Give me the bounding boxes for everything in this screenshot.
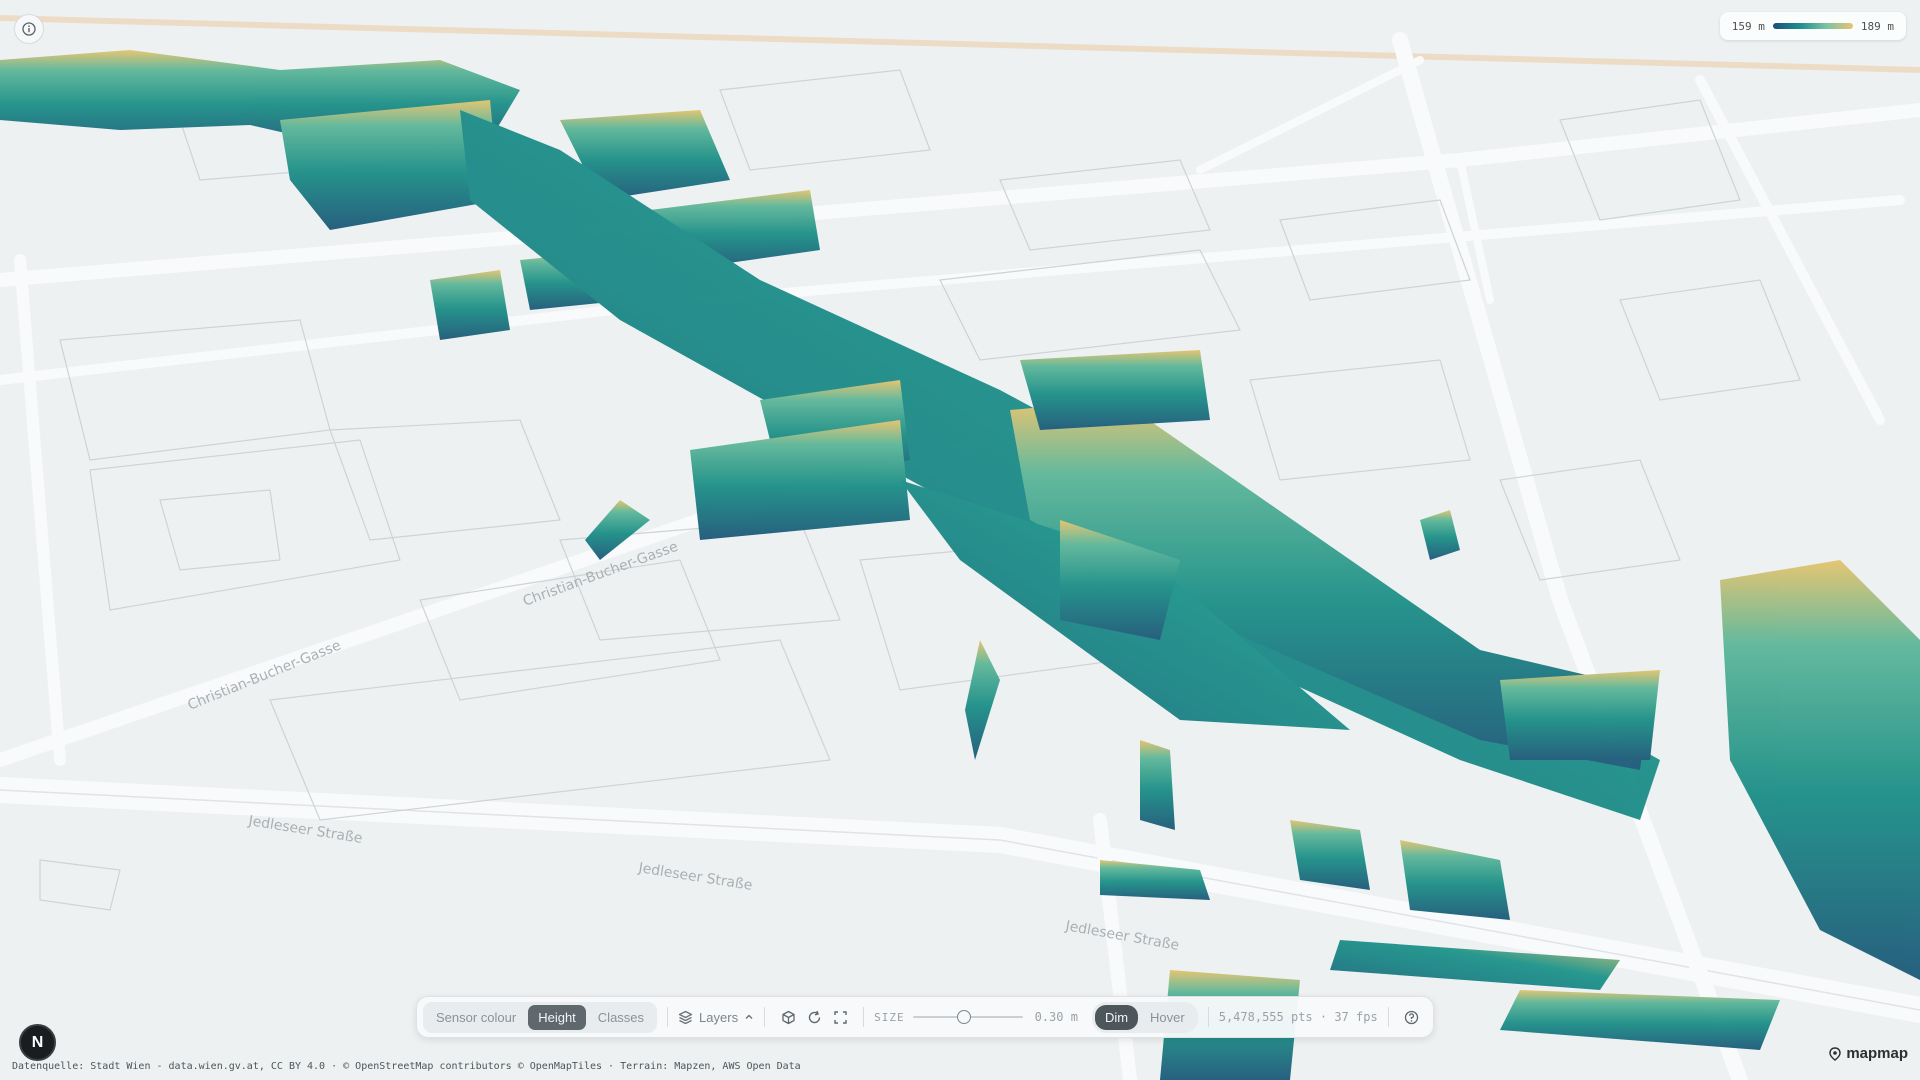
info-icon [22, 22, 36, 36]
legend-max-label: 189 m [1860, 19, 1894, 33]
brand-logo[interactable]: mapmap [1828, 1045, 1908, 1062]
bottom-toolbar: Sensor colour Height Classes Layers SIZE… [416, 996, 1434, 1038]
hover-button[interactable]: Hover [1140, 1005, 1195, 1030]
divider [667, 1007, 669, 1027]
size-label: SIZE [874, 1010, 905, 1024]
divider [1387, 1007, 1389, 1027]
view-3d-button[interactable] [775, 1004, 801, 1030]
dim-button[interactable]: Dim [1094, 1004, 1139, 1030]
color-mode-selector: Sensor colour Height Classes [423, 1001, 658, 1033]
reset-view-button[interactable] [801, 1004, 827, 1030]
map-attribution: Datenquelle: Stadt Wien - data.wien.gv.a… [12, 1061, 801, 1072]
divider [863, 1007, 865, 1027]
divider [764, 1007, 766, 1027]
size-value: 0.30 m [1034, 1010, 1078, 1024]
chevron-up-icon [745, 1014, 753, 1019]
layers-dropdown[interactable]: Layers [678, 1010, 754, 1025]
sensor-colour-button[interactable]: Sensor colour [426, 1005, 526, 1030]
avatar[interactable]: N [19, 1024, 56, 1061]
help-icon [1405, 1010, 1419, 1024]
layers-icon [678, 1010, 693, 1024]
fullscreen-icon [833, 1010, 847, 1024]
point-count-stats: 5,478,555 pts · 37 fps [1218, 1010, 1378, 1024]
mapmap-logo-icon [1829, 1046, 1842, 1061]
dim-hover-toggle: Dim Hover [1091, 1001, 1198, 1033]
slider-thumb[interactable] [956, 1010, 971, 1024]
layers-label: Layers [699, 1009, 739, 1025]
height-button[interactable]: Height [528, 1004, 586, 1030]
height-legend: 159 m 189 m [1719, 12, 1906, 40]
legend-gradient-bar [1772, 23, 1853, 29]
brand-name: mapmap [1846, 1045, 1908, 1062]
classes-button[interactable]: Classes [588, 1005, 654, 1030]
cube-icon [781, 1010, 795, 1024]
point-size-slider[interactable] [912, 1007, 1023, 1027]
info-button[interactable] [14, 14, 44, 44]
legend-min-label: 159 m [1731, 19, 1765, 33]
help-button[interactable] [1399, 1004, 1425, 1030]
rotate-icon [808, 1010, 820, 1023]
fullscreen-button[interactable] [827, 1004, 853, 1030]
map-canvas[interactable]: Christian-Bucher-Gasse Christian-Bucher-… [0, 0, 1920, 1080]
divider [1207, 1007, 1209, 1027]
